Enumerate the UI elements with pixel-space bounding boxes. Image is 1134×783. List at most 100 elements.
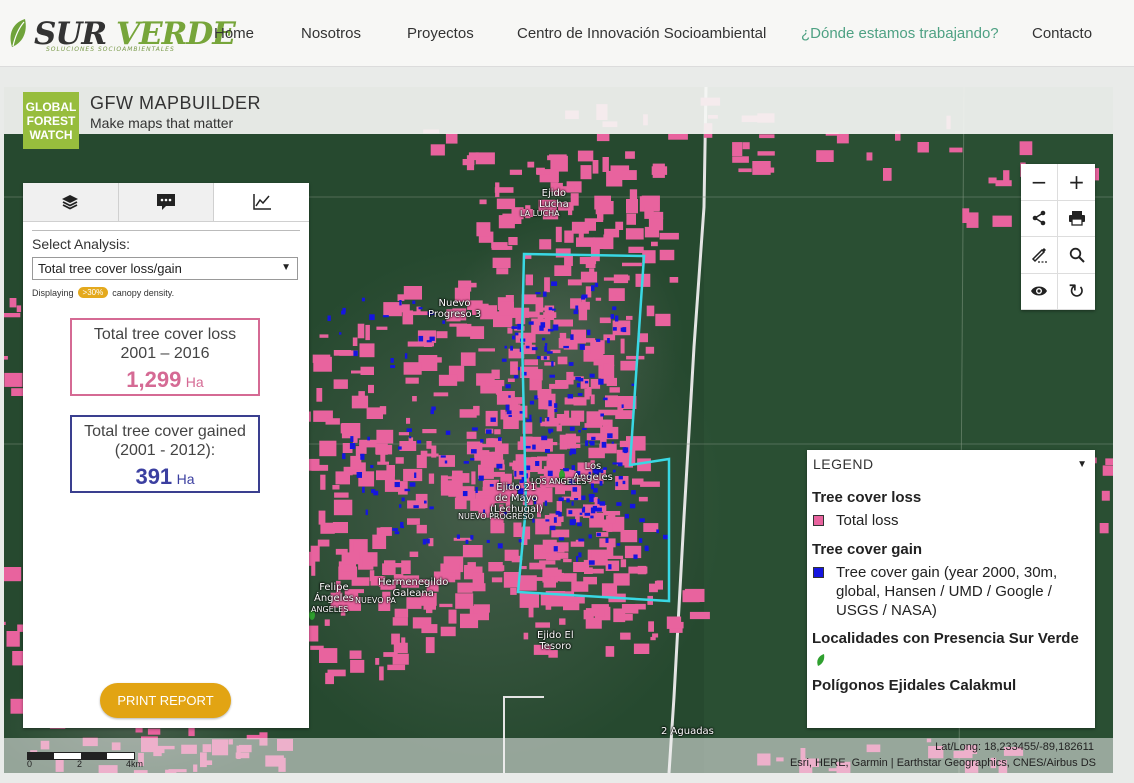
loss-patch [402,310,414,325]
loss-patch [4,313,21,318]
nav-proyectos[interactable]: Proyectos [407,0,474,66]
loss-patch [455,593,474,609]
gain-patch [616,543,621,546]
gain-patch [566,498,570,503]
gain-patch [622,480,626,485]
density-badge[interactable]: >30% [77,287,109,298]
zoom-in-button[interactable]: + [1058,164,1095,201]
loss-patch [430,144,445,156]
loss-patch [609,387,620,393]
gain-patch [424,500,427,504]
tab-layers[interactable] [23,183,119,221]
reset-button[interactable]: ↻ [1058,274,1095,310]
loss-patch [334,492,349,498]
loss-patch [536,167,545,174]
loss-patch [644,207,654,219]
sur-verde-logo[interactable]: SUR VERDE SOLUCIONES SOCIOAMBIENTALES [8,12,236,56]
legend-header[interactable]: LEGEND [813,456,874,472]
loss-patch [535,622,550,628]
loss-patch [606,377,617,386]
gain-patch [612,462,619,465]
loss-patch [1003,170,1010,182]
loss-patch [625,151,635,159]
loss-patch [459,409,477,418]
visibility-button[interactable] [1021,273,1058,310]
analysis-panel: Select Analysis: Total tree cover loss/g… [23,183,310,728]
measure-button[interactable] [1021,237,1058,274]
print-button[interactable] [1058,201,1095,237]
loss-patch [626,355,645,360]
loss-patch [605,646,615,657]
tab-comments[interactable] [118,183,215,221]
loss-patch [589,268,595,275]
nav-donde-trabajando[interactable]: ¿Dónde estamos trabajando? [801,0,999,66]
gain-patch [573,310,579,315]
gain-patch [551,361,554,367]
gain-patch [365,509,368,516]
map-attribution: Esri, HERE, Garmin | Earthstar Geographi… [789,757,1096,769]
loss-patch [580,165,592,180]
nav-contacto[interactable]: Contacto [1032,0,1092,66]
loss-patch [620,338,625,354]
loss-patch [640,481,660,487]
gain-patch [519,471,524,475]
gain-patch [590,507,596,514]
loss-patch [603,363,610,376]
gain-patch [537,356,541,359]
loss-patch [1105,458,1113,465]
loss-patch [563,601,580,611]
loss-patch [571,581,589,592]
gain-patch [361,297,365,302]
nav-nosotros[interactable]: Nosotros [301,0,361,66]
analysis-select[interactable]: Total tree cover loss/gain ▼ [32,257,298,280]
loss-patch [352,337,358,346]
gain-patch [406,428,412,432]
loss-value: 1,299 [126,367,182,392]
gain-patch [616,502,622,506]
loss-patch [615,221,624,230]
canopy-density: Displaying >30% canopy density. [32,287,174,298]
loss-patch [556,501,562,513]
loss-patch [527,161,535,168]
gain-patch [579,344,585,350]
loss-patch [376,470,395,481]
loss-patch [638,496,648,502]
legend-loss-section: Tree cover loss [812,489,922,506]
gfw-header: GLOBAL FOREST WATCH GFW MAPBUILDER Make … [4,87,1113,149]
nav-centro-innovacion[interactable]: Centro de Innovación Socioambiental [517,0,766,66]
gain-patch [563,345,569,349]
gain-patch [545,519,550,522]
gain-patch [501,358,507,362]
loss-patch [320,474,326,490]
loss-patch [369,570,375,582]
zoom-out-button[interactable]: − [1021,164,1058,201]
loss-patch [515,332,536,343]
gain-patch [517,367,520,371]
loss-patch [494,429,501,435]
loss-patch [521,566,527,570]
loss-patch [451,475,466,481]
loss-patch [462,159,475,166]
tab-analysis[interactable] [214,183,310,221]
map-label-la-lucha: LA LUCHA [520,209,560,218]
gain-patch [398,446,402,450]
gain-patch [505,404,510,411]
loss-patch [592,160,599,174]
loss-patch [594,195,611,210]
loss-patch [590,419,609,426]
gain-patch [535,292,541,295]
loss-patch [403,286,422,300]
loss-patch [992,215,1012,227]
search-button[interactable] [1058,237,1095,274]
share-button[interactable] [1021,200,1058,237]
gfw-logo[interactable]: GLOBAL FOREST WATCH [23,92,79,149]
loss-patch [757,151,775,156]
nav-home[interactable]: Home [214,0,254,66]
print-report-button[interactable]: PRINT REPORT [100,683,231,718]
gain-patch [382,315,389,318]
loss-patch [626,213,636,225]
gain-patch [569,426,575,431]
gain-patch [539,417,542,423]
loss-patch [372,534,387,549]
chevron-down-icon[interactable]: ▼ [1077,459,1087,470]
